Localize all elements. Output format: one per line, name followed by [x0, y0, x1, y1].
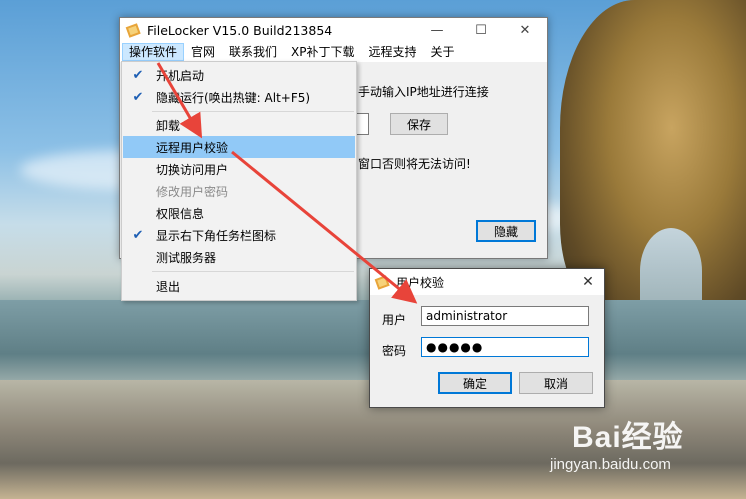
user-label: 用户 [382, 313, 407, 327]
dialog-close-button[interactable]: ✕ [572, 269, 604, 295]
check-icon: ✔ [132, 227, 144, 243]
close-button[interactable]: ✕ [503, 18, 547, 42]
cancel-button[interactable]: 取消 [519, 372, 593, 394]
menu-item-tray-icon[interactable]: ✔ 显示右下角任务栏图标 [123, 224, 355, 246]
menu-item-autostart[interactable]: ✔ 开机启动 [123, 64, 355, 86]
username-input[interactable]: administrator [421, 306, 589, 326]
menu-item-label: 远程用户校验 [156, 140, 229, 155]
user-verify-dialog: 用户校验 ✕ 用户 administrator 密码 ●●●●● 确定 取消 [369, 268, 605, 408]
watermark-logo: Bai经验 [572, 421, 684, 454]
watermark: Bai经验 jingyan.baidu.com [550, 412, 684, 473]
lock-app-icon [125, 22, 141, 38]
menu-item-permission-info[interactable]: 权限信息 [123, 202, 355, 224]
menu-item-test-server[interactable]: 测试服务器 [123, 246, 355, 268]
warning-text: 窗口否则将无法访问! [358, 157, 471, 171]
menu-item-label: 卸载 [156, 118, 181, 133]
menu-item-label: 修改用户密码 [156, 184, 229, 199]
lock-app-icon [374, 274, 390, 290]
menu-xp-patch[interactable]: XP补丁下载 [284, 42, 361, 62]
check-icon: ✔ [132, 67, 144, 83]
menu-item-label: 测试服务器 [156, 250, 217, 265]
dialog-title: 用户校验 [396, 275, 445, 290]
password-label: 密码 [382, 344, 407, 358]
maximize-button[interactable]: ☐ [459, 18, 503, 42]
ip-input[interactable] [356, 113, 369, 135]
menu-item-switch-user[interactable]: 切换访问用户 [123, 158, 355, 180]
menu-item-hidden-run[interactable]: ✔ 隐藏运行(唤出热键: Alt+F5) [123, 86, 355, 108]
menu-item-label: 开机启动 [156, 68, 205, 83]
dialog-title-bar[interactable]: 用户校验 ✕ [370, 269, 604, 295]
menu-item-change-password: 修改用户密码 [123, 180, 355, 202]
ip-hint-text: 手动输入IP地址进行连接 [358, 85, 489, 99]
menu-website[interactable]: 官网 [184, 42, 222, 62]
hide-button[interactable]: 隐藏 [476, 220, 536, 242]
password-input[interactable]: ●●●●● [421, 337, 589, 357]
menu-operate[interactable]: 操作软件 [122, 43, 185, 61]
menu-item-remote-verify[interactable]: 远程用户校验 [123, 136, 355, 158]
menu-item-label: 显示右下角任务栏图标 [156, 228, 277, 243]
menu-item-label: 退出 [156, 279, 181, 294]
menu-item-exit[interactable]: 退出 [123, 275, 355, 297]
save-button[interactable]: 保存 [390, 113, 448, 135]
menu-bar: 操作软件 官网 联系我们 XP补丁下载 远程支持 关于 [120, 42, 547, 63]
menu-contact[interactable]: 联系我们 [222, 42, 284, 62]
check-icon: ✔ [132, 89, 144, 105]
menu-separator [152, 111, 354, 112]
menu-item-label: 权限信息 [156, 206, 205, 221]
menu-item-label: 隐藏运行(唤出热键: Alt+F5) [156, 90, 311, 105]
menu-separator [152, 271, 354, 272]
menu-about[interactable]: 关于 [424, 42, 462, 62]
menu-remote-support[interactable]: 远程支持 [362, 42, 424, 62]
ok-button[interactable]: 确定 [438, 372, 512, 394]
watermark-url: jingyan.baidu.com [550, 456, 671, 473]
menu-item-uninstall[interactable]: 卸载 [123, 114, 355, 136]
menu-item-label: 切换访问用户 [156, 162, 229, 177]
operate-dropdown-menu: ✔ 开机启动 ✔ 隐藏运行(唤出热键: Alt+F5) 卸载 远程用户校验 切换… [121, 61, 357, 301]
window-title: FileLocker V15.0 Build213854 [147, 22, 333, 38]
title-bar[interactable]: FileLocker V15.0 Build213854 — ☐ ✕ [120, 18, 547, 42]
minimize-button[interactable]: — [415, 18, 459, 42]
